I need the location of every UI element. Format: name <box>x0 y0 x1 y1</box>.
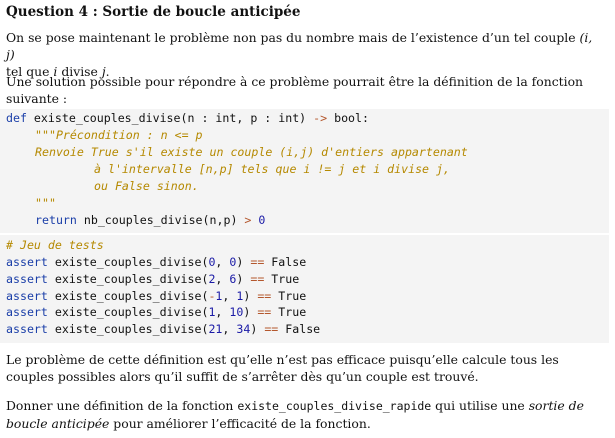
close-paren: ) <box>243 288 258 303</box>
docstring-line: """Précondition : n <= p <box>35 128 203 142</box>
docstring-line: """ <box>35 196 56 210</box>
separator: , <box>215 255 230 269</box>
eq-operator: == <box>257 305 272 320</box>
assert-keyword: assert <box>6 305 48 320</box>
function-code-block: def existe_couples_divise(n : int, p : i… <box>0 109 609 233</box>
return-keyword: return <box>35 213 77 227</box>
arrow-operator: -> <box>313 111 328 125</box>
close-paren: ) <box>236 255 251 269</box>
function-call: existe_couples_divise( <box>47 255 209 269</box>
separator: , <box>215 271 230 286</box>
question-title: Question 4 : Sortie de boucle anticipée <box>6 4 301 20</box>
close-paren: ) <box>236 271 251 286</box>
separator: , <box>215 305 230 320</box>
gt-operator: > <box>244 213 252 227</box>
tests-code-block: # Jeu de tests assert existe_couples_div… <box>0 235 609 343</box>
expected-result: True <box>271 288 307 303</box>
number-literal: 21 <box>208 322 223 337</box>
function-name: existe_couples_divise_rapide <box>237 399 432 413</box>
function-call: existe_couples_divise( <box>47 322 209 337</box>
eq-operator: == <box>264 322 279 337</box>
intro-text: On se pose maintenant le problème non pa… <box>6 30 580 45</box>
code-line-def: def existe_couples_divise(n : int, p : i… <box>6 110 369 127</box>
expected-result: False <box>278 322 321 337</box>
task-paragraph: Donner une définition de la fonction exi… <box>6 397 601 432</box>
docstring-line: à l'intervalle [n,p] tels que i != j et … <box>94 162 450 176</box>
assert-keyword: assert <box>6 255 48 269</box>
solution-paragraph: Une solution possible pour répondre à ce… <box>6 74 584 106</box>
signature: existe_couples_divise(n : int, p : int) <box>26 111 314 125</box>
close-paren: ) <box>243 305 258 320</box>
task-text: Donner une définition de la fonction <box>6 398 238 413</box>
tests-comment: # Jeu de tests <box>6 238 104 252</box>
function-call: existe_couples_divise( <box>47 288 209 303</box>
assert-keyword: assert <box>6 288 48 303</box>
docstring-line: ou False sinon. <box>94 179 199 193</box>
assert-line: assert existe_couples_divise(-1, 1) == T… <box>6 288 306 305</box>
zero-literal: 0 <box>258 213 266 227</box>
assert-line: assert existe_couples_divise(1, 10) == T… <box>6 304 306 321</box>
expected-result: False <box>264 255 307 269</box>
return-expression: nb_couples_divise(n,p) <box>76 213 245 227</box>
return-type: bool: <box>327 111 369 125</box>
docstring-line: Renvoie True s'il existe un couple (i,j)… <box>35 145 468 159</box>
separator: , <box>222 322 237 337</box>
expected-result: True <box>271 305 307 320</box>
task-text-2: qui utilise une <box>431 398 529 413</box>
def-keyword: def <box>6 111 27 125</box>
eq-operator: == <box>250 255 265 269</box>
task-text-3: pour améliorer l’efficacité de la foncti… <box>109 416 371 431</box>
separator: , <box>222 288 237 303</box>
problem-paragraph: Le problème de cette définition est qu’e… <box>6 352 559 384</box>
function-call: existe_couples_divise( <box>47 305 209 320</box>
number-literal: 10 <box>229 305 244 320</box>
assert-line: assert existe_couples_divise(21, 34) == … <box>6 321 320 338</box>
function-call: existe_couples_divise( <box>47 271 209 286</box>
code-line-return: return nb_couples_divise(n,p) > 0 <box>35 212 265 229</box>
expected-result: True <box>264 271 300 286</box>
number-literal: 34 <box>236 322 251 337</box>
page: Question 4 : Sortie de boucle anticipée … <box>0 0 615 438</box>
assert-line: assert existe_couples_divise(2, 6) == Tr… <box>6 271 299 288</box>
assert-keyword: assert <box>6 271 48 286</box>
assert-line: assert existe_couples_divise(0, 0) == Fa… <box>6 254 306 271</box>
eq-operator: == <box>257 288 272 303</box>
eq-operator: == <box>250 271 265 286</box>
close-paren: ) <box>250 322 265 337</box>
assert-keyword: assert <box>6 322 48 337</box>
